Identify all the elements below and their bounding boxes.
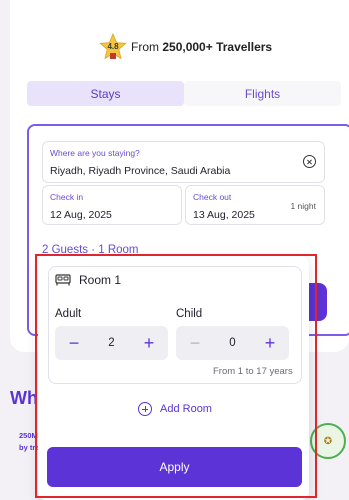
adult-stepper: − 2 + xyxy=(55,326,168,360)
bed-icon xyxy=(55,274,71,286)
checkout-value: 13 Aug, 2025 xyxy=(193,209,255,221)
stat-text: 250M by tra xyxy=(19,431,40,452)
destination-label: Where are you staying? xyxy=(50,148,140,158)
guests-selector[interactable]: 2 Guests · 1 Room xyxy=(42,244,139,256)
clear-icon[interactable] xyxy=(303,155,316,168)
child-plus-button[interactable]: + xyxy=(253,326,287,360)
plus-circle-icon xyxy=(138,402,152,416)
search-tabs: Stays Flights xyxy=(27,81,341,106)
checkin-field[interactable]: Check in 12 Aug, 2025 xyxy=(42,185,182,225)
adult-minus-button[interactable]: − xyxy=(57,326,91,360)
checkin-value: 12 Aug, 2025 xyxy=(50,209,112,221)
child-minus-button[interactable]: − xyxy=(178,326,212,360)
rating-banner: 4.8 From 250,000+ Travellers xyxy=(99,32,272,62)
tab-stays[interactable]: Stays xyxy=(27,81,184,106)
checkin-label: Check in xyxy=(50,192,84,202)
checkout-field[interactable]: Check out 13 Aug, 2025 1 night xyxy=(185,185,325,225)
award-badge-icon: ✪ xyxy=(310,423,346,459)
add-room-button[interactable]: Add Room xyxy=(138,402,212,416)
room-title: Room 1 xyxy=(55,273,121,287)
tab-flights[interactable]: Flights xyxy=(184,81,341,106)
checkout-label: Check out xyxy=(193,192,232,202)
child-count: 0 xyxy=(229,337,236,349)
destination-field[interactable]: Where are you staying? Riyadh, Riyadh Pr… xyxy=(42,141,325,183)
child-stepper: − 0 + xyxy=(176,326,289,360)
child-label: Child xyxy=(176,308,203,320)
rating-text: From 250,000+ Travellers xyxy=(131,40,273,54)
destination-value: Riyadh, Riyadh Province, Saudi Arabia xyxy=(50,165,231,177)
adult-label: Adult xyxy=(55,308,82,320)
adult-plus-button[interactable]: + xyxy=(132,326,166,360)
adult-count: 2 xyxy=(108,337,115,349)
star-icon: 4.8 xyxy=(99,33,127,61)
child-age-note: From 1 to 17 years xyxy=(213,366,293,377)
nights-count: 1 night xyxy=(290,201,316,211)
apply-button[interactable]: Apply xyxy=(47,447,302,487)
rating-score: 4.8 xyxy=(107,42,119,51)
